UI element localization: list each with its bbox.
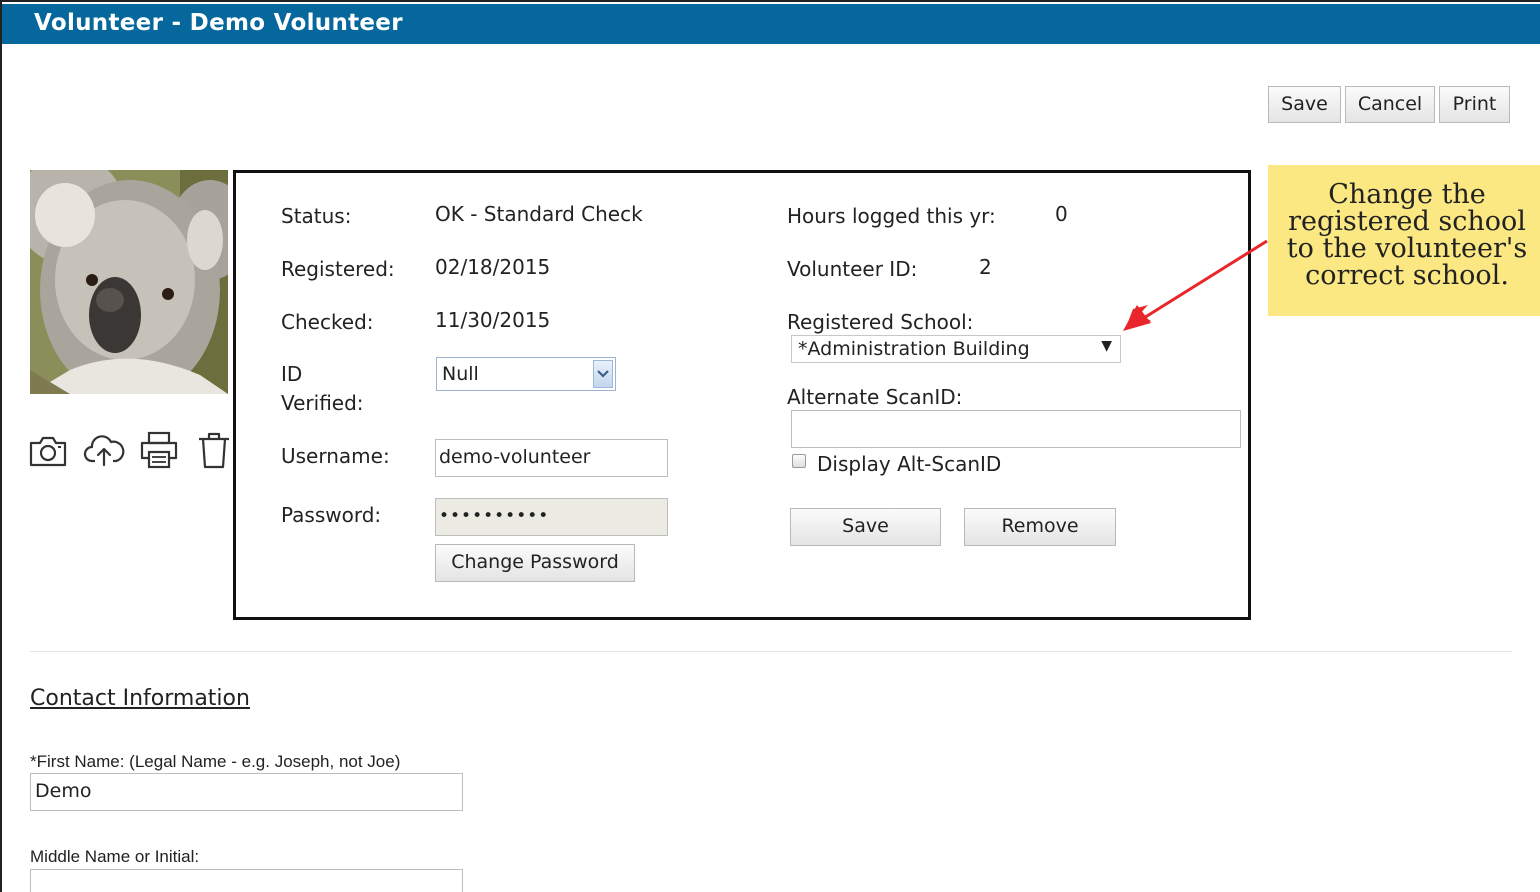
volunteer-id-value: 2 [979, 255, 992, 279]
contact-section-title: Contact Information [30, 686, 250, 711]
printer-icon[interactable] [138, 430, 180, 470]
annotation-line-4: correct school. [1305, 260, 1509, 291]
hours-value: 0 [1055, 202, 1068, 226]
id-verified-select[interactable]: Null [436, 357, 616, 391]
username-input[interactable]: demo-volunteer [435, 439, 668, 477]
registered-school-select[interactable]: *Administration Building ▼ [791, 335, 1121, 363]
registered-label: Registered: [281, 257, 395, 281]
dropdown-arrow-icon: ▼ [1101, 338, 1112, 354]
trash-icon[interactable] [196, 430, 232, 470]
status-value: OK - Standard Check [435, 202, 643, 226]
school-save-button[interactable]: Save [790, 508, 941, 546]
registered-school-label: Registered School: [787, 310, 974, 334]
password-label: Password: [281, 503, 382, 527]
hours-label: Hours logged this yr: [787, 204, 996, 228]
cancel-button[interactable]: Cancel [1345, 86, 1435, 123]
display-alt-scanid-label: Display Alt-ScanID [817, 452, 1002, 476]
window-title: Volunteer - Demo Volunteer [34, 10, 403, 36]
volunteer-details-panel: Status: OK - Standard Check Registered: … [233, 170, 1251, 620]
checked-date: 11/30/2015 [435, 308, 551, 332]
cancel-button-label: Cancel [1357, 93, 1423, 115]
print-button-label: Print [1452, 93, 1497, 115]
volunteer-id-label: Volunteer ID: [787, 257, 918, 281]
status-label: Status: [281, 204, 352, 228]
change-password-label: Change Password [451, 551, 619, 573]
registered-school-value: *Administration Building [798, 338, 1030, 360]
first-name-input[interactable]: Demo [30, 773, 463, 811]
id-verified-label-line1: ID [281, 362, 303, 386]
annotation-arrow-icon [1123, 239, 1268, 331]
section-divider [30, 651, 1512, 652]
save-button[interactable]: Save [1268, 86, 1341, 123]
alternate-scanid-input[interactable] [791, 410, 1241, 448]
id-verified-value: Null [442, 363, 479, 385]
alternate-scanid-label: Alternate ScanID: [787, 385, 963, 409]
change-password-button[interactable]: Change Password [435, 544, 635, 582]
first-name-label: *First Name: (Legal Name - e.g. Joseph, … [30, 752, 401, 771]
middle-name-label: Middle Name or Initial: [30, 847, 200, 866]
camera-icon[interactable] [28, 433, 68, 469]
id-verified-label-line2: Verified: [281, 391, 364, 415]
checked-label: Checked: [281, 310, 374, 334]
annotation-note: Change the registered school to the volu… [1268, 165, 1540, 316]
registered-date: 02/18/2015 [435, 255, 551, 279]
middle-name-input[interactable] [30, 869, 463, 892]
username-label: Username: [281, 444, 390, 468]
save-button-label: Save [1281, 93, 1328, 115]
print-button[interactable]: Print [1439, 86, 1510, 123]
upload-cloud-icon[interactable] [83, 431, 125, 469]
school-remove-button[interactable]: Remove [964, 508, 1116, 546]
volunteer-photo [30, 170, 228, 394]
display-alt-scanid-checkbox[interactable] [792, 454, 806, 468]
password-input[interactable]: •••••••••• [435, 498, 668, 536]
school-save-label: Save [842, 515, 889, 537]
school-remove-label: Remove [1001, 515, 1079, 537]
chevron-down-icon [593, 360, 613, 388]
title-bar: Volunteer - Demo Volunteer [2, 4, 1540, 44]
